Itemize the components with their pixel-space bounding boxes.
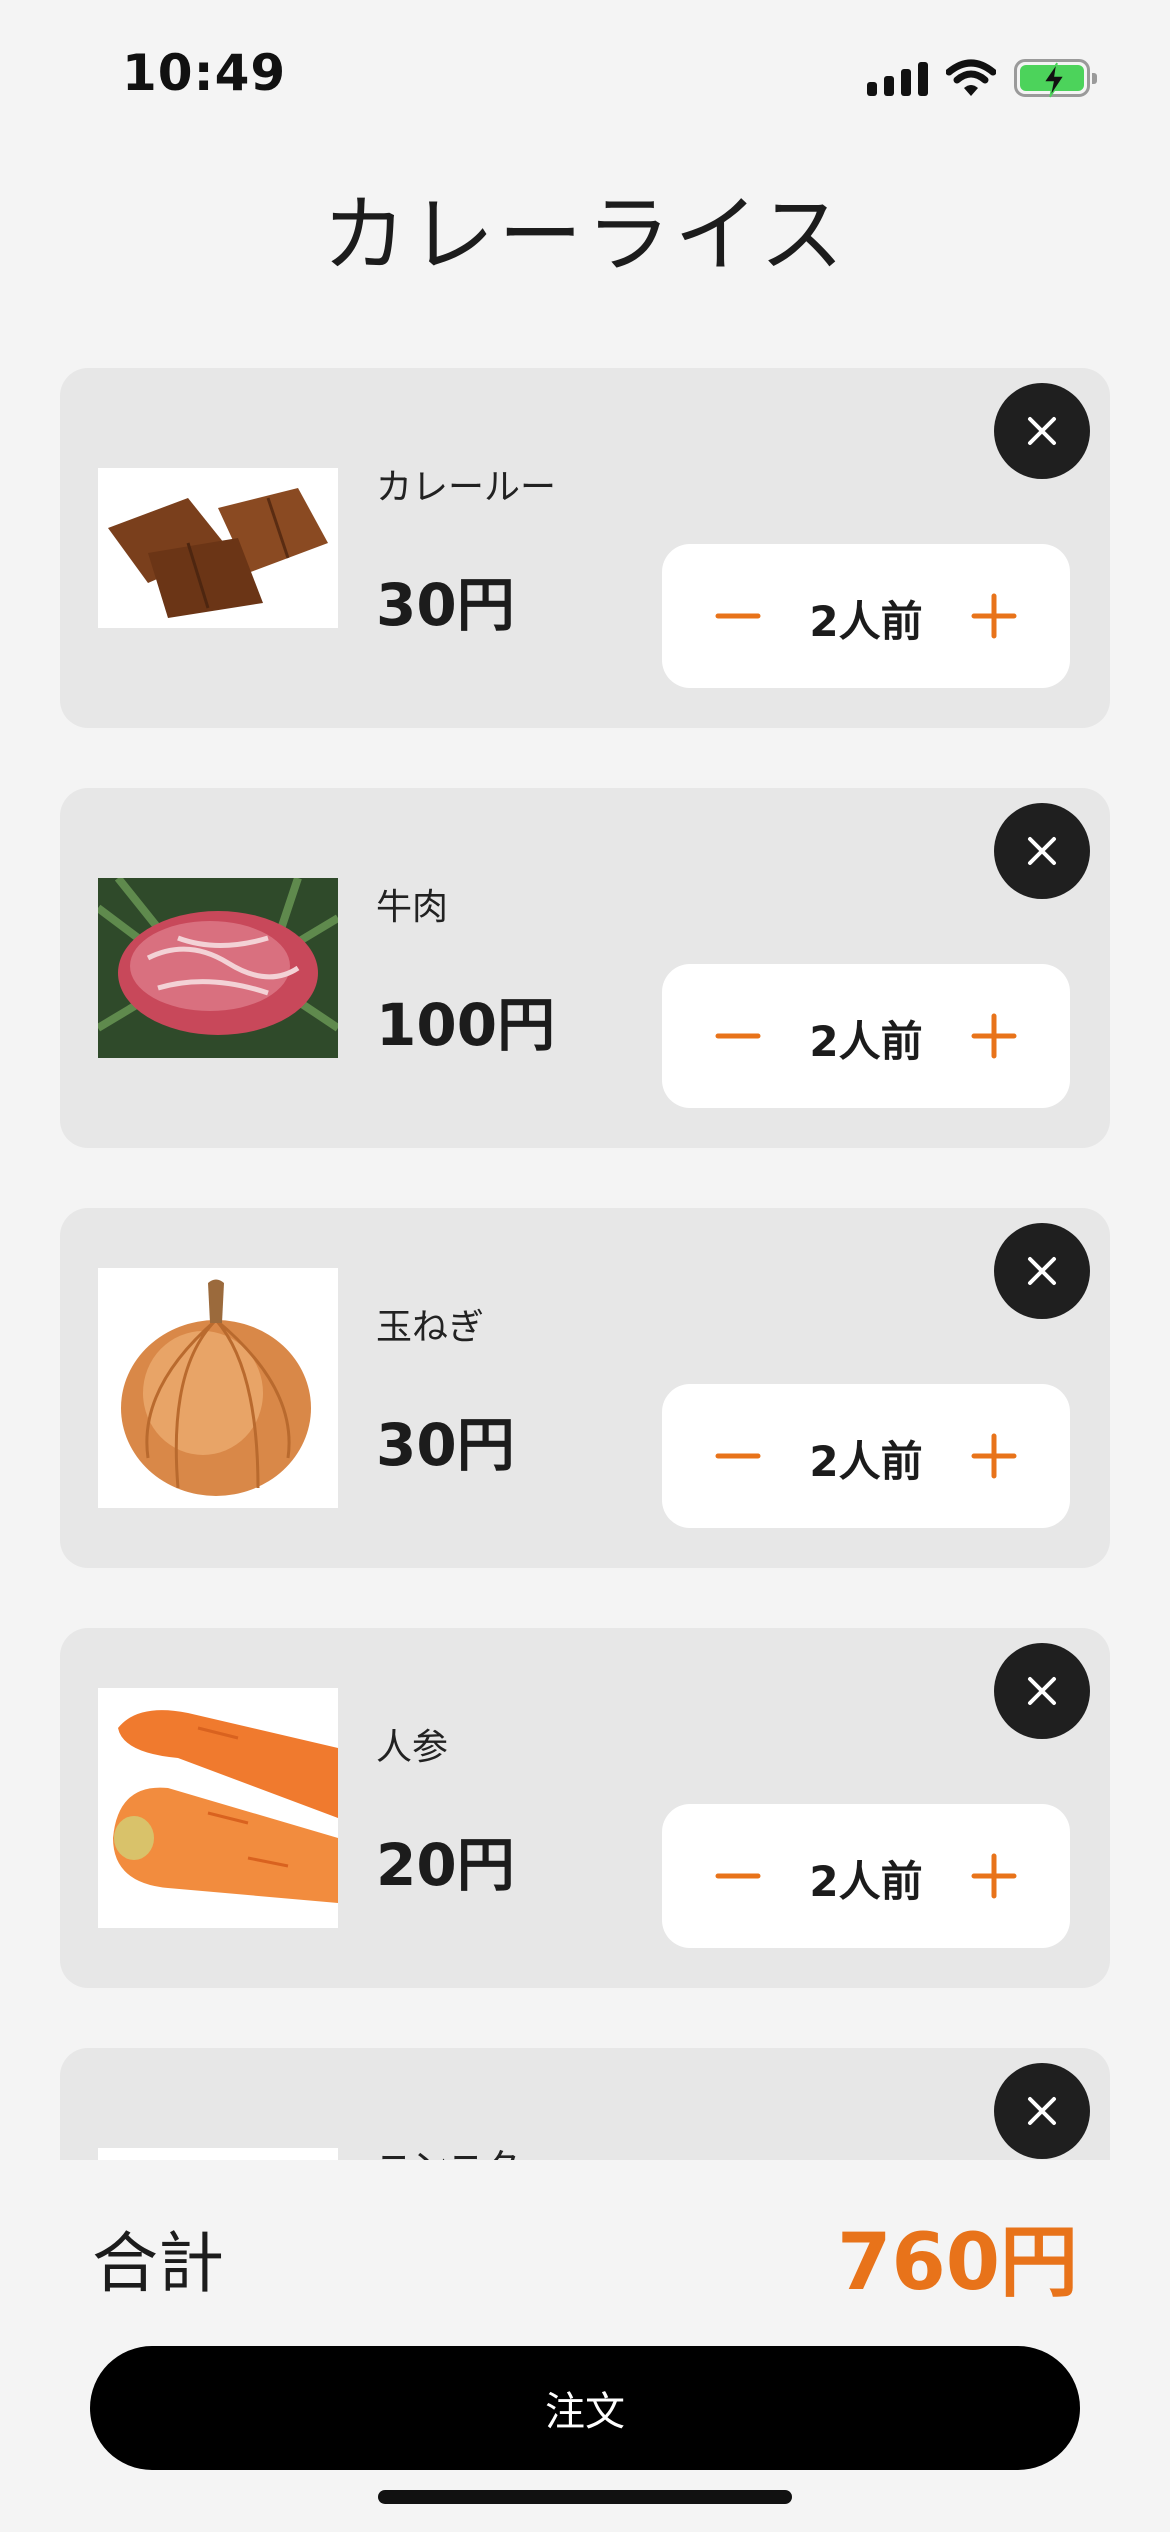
plus-icon [971, 1853, 1017, 1899]
increment-button[interactable] [958, 580, 1030, 652]
increment-button[interactable] [958, 1840, 1030, 1912]
cart-item: 人参 20円 2人前 [60, 1628, 1110, 1988]
quantity-stepper: 2人前 [662, 544, 1070, 688]
item-price: 20円 [376, 1831, 515, 1899]
plus-icon [971, 1433, 1017, 1479]
remove-button[interactable] [994, 2063, 1090, 2159]
order-footer: 合計 760円 注文 [0, 2160, 1170, 2532]
increment-button[interactable] [958, 1420, 1030, 1492]
curry-roux-image [98, 468, 338, 628]
close-icon [1028, 417, 1056, 445]
item-name: 玉ねぎ [376, 1307, 485, 1348]
cart-item: 玉ねぎ 30円 2人前 [60, 1208, 1110, 1568]
item-price: 30円 [376, 571, 515, 639]
increment-button[interactable] [958, 1000, 1030, 1072]
quantity-stepper: 2人前 [662, 1384, 1070, 1528]
carrot-image [98, 1688, 338, 1928]
plus-icon [971, 1013, 1017, 1059]
cart-list[interactable]: カレールー 30円 2人前 牛肉 100円 2人前 玉ねぎ 30円 2人前 人参… [0, 0, 1170, 2160]
total-label: 合計 [92, 2225, 224, 2302]
total-value: 760円 [837, 2218, 1078, 2308]
home-indicator[interactable] [378, 2490, 792, 2504]
cart-item: カレールー 30円 2人前 [60, 368, 1110, 728]
cart-item: 牛肉 100円 2人前 [60, 788, 1110, 1148]
remove-button[interactable] [994, 383, 1090, 479]
close-icon [1028, 1677, 1056, 1705]
onion-image [98, 1268, 338, 1508]
quantity-stepper: 2人前 [662, 1804, 1070, 1948]
item-name: 牛肉 [376, 887, 449, 928]
quantity-stepper: 2人前 [662, 964, 1070, 1108]
remove-button[interactable] [994, 803, 1090, 899]
item-price: 100円 [376, 991, 556, 1059]
garlic-image [98, 2148, 338, 2160]
item-name: 人参 [376, 1727, 449, 1768]
remove-button[interactable] [994, 1223, 1090, 1319]
screen: 10:49 カレーライス カレールー 30円 2人前 牛肉 100円 2人前 玉… [0, 0, 1170, 2532]
item-price: 30円 [376, 1411, 515, 1479]
plus-icon [971, 593, 1017, 639]
close-icon [1028, 837, 1056, 865]
item-name: カレールー [376, 467, 557, 508]
cart-item: ニンニク [60, 2048, 1110, 2160]
order-button[interactable]: 注文 [90, 2346, 1080, 2470]
remove-button[interactable] [994, 1643, 1090, 1739]
close-icon [1028, 1257, 1056, 1285]
close-icon [1028, 2097, 1056, 2125]
beef-image [98, 878, 338, 1058]
item-name: ニンニク [376, 2138, 520, 2160]
